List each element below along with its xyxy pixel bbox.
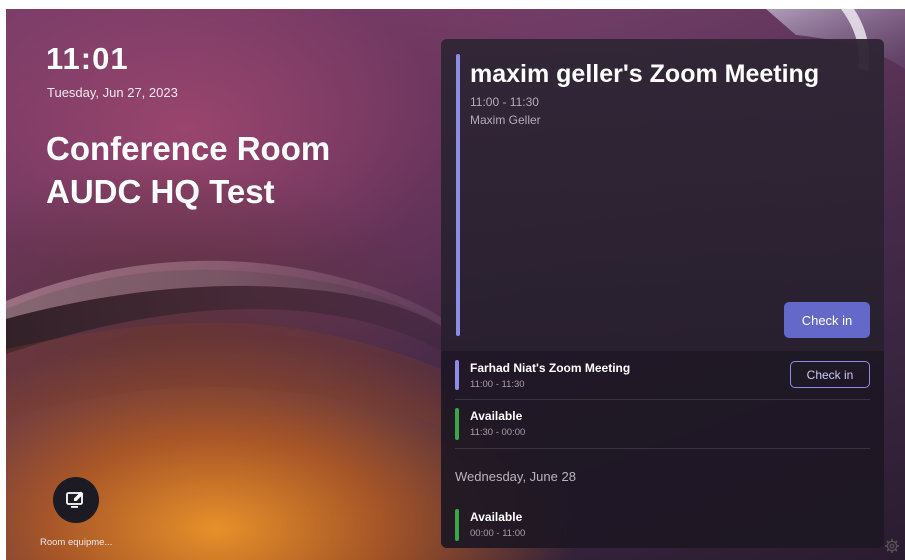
divider: [455, 448, 870, 449]
agenda-item-time: 11:00 - 11:30: [470, 379, 525, 390]
agenda-list: Farhad Niat's Zoom Meeting 11:00 - 11:30…: [441, 351, 884, 548]
agenda-check-in-button[interactable]: Check in: [790, 361, 870, 388]
room-name: Conference Room AUDC HQ Test: [46, 130, 331, 210]
check-in-button[interactable]: Check in: [784, 302, 870, 338]
agenda-item-title: Farhad Niat's Zoom Meeting: [470, 361, 631, 375]
clock-time: 11:01: [46, 41, 129, 76]
available-accent-bar: [455, 509, 459, 541]
settings-gear-icon[interactable]: [884, 538, 900, 554]
agenda-item-available[interactable]: Available 00:00 - 11:00: [441, 501, 884, 547]
meeting-accent-bar: [455, 360, 459, 390]
room-equipment-label: Room equipme...: [40, 537, 113, 548]
agenda-item-title: Available: [470, 510, 523, 524]
current-meeting-title: maxim geller's Zoom Meeting: [470, 60, 820, 88]
agenda-item-time: 00:00 - 11:00: [470, 528, 526, 539]
agenda-item-available[interactable]: Available 11:30 - 00:00: [441, 400, 884, 448]
available-accent-bar: [455, 408, 459, 440]
current-meeting-time: 11:00 - 11:30: [470, 95, 539, 109]
room-equipment-button[interactable]: [53, 477, 99, 523]
room-display-screen: 11:01 Tuesday, Jun 27, 2023 Conference R…: [6, 9, 905, 560]
agenda-item-meeting[interactable]: Farhad Niat's Zoom Meeting 11:00 - 11:30…: [441, 351, 884, 399]
clock-date: Tuesday, Jun 27, 2023: [47, 85, 178, 100]
current-meeting-accent-bar: [456, 54, 460, 336]
current-meeting-organizer: Maxim Geller: [470, 113, 541, 127]
current-meeting-card[interactable]: maxim geller's Zoom Meeting 11:00 - 11:3…: [441, 39, 884, 351]
agenda-item-title: Available: [470, 409, 523, 423]
agenda-item-time: 11:30 - 00:00: [470, 427, 526, 438]
schedule-panel: maxim geller's Zoom Meeting 11:00 - 11:3…: [441, 39, 884, 548]
edit-monitor-icon: [66, 491, 84, 508]
day-heading: Wednesday, June 28: [455, 469, 576, 484]
